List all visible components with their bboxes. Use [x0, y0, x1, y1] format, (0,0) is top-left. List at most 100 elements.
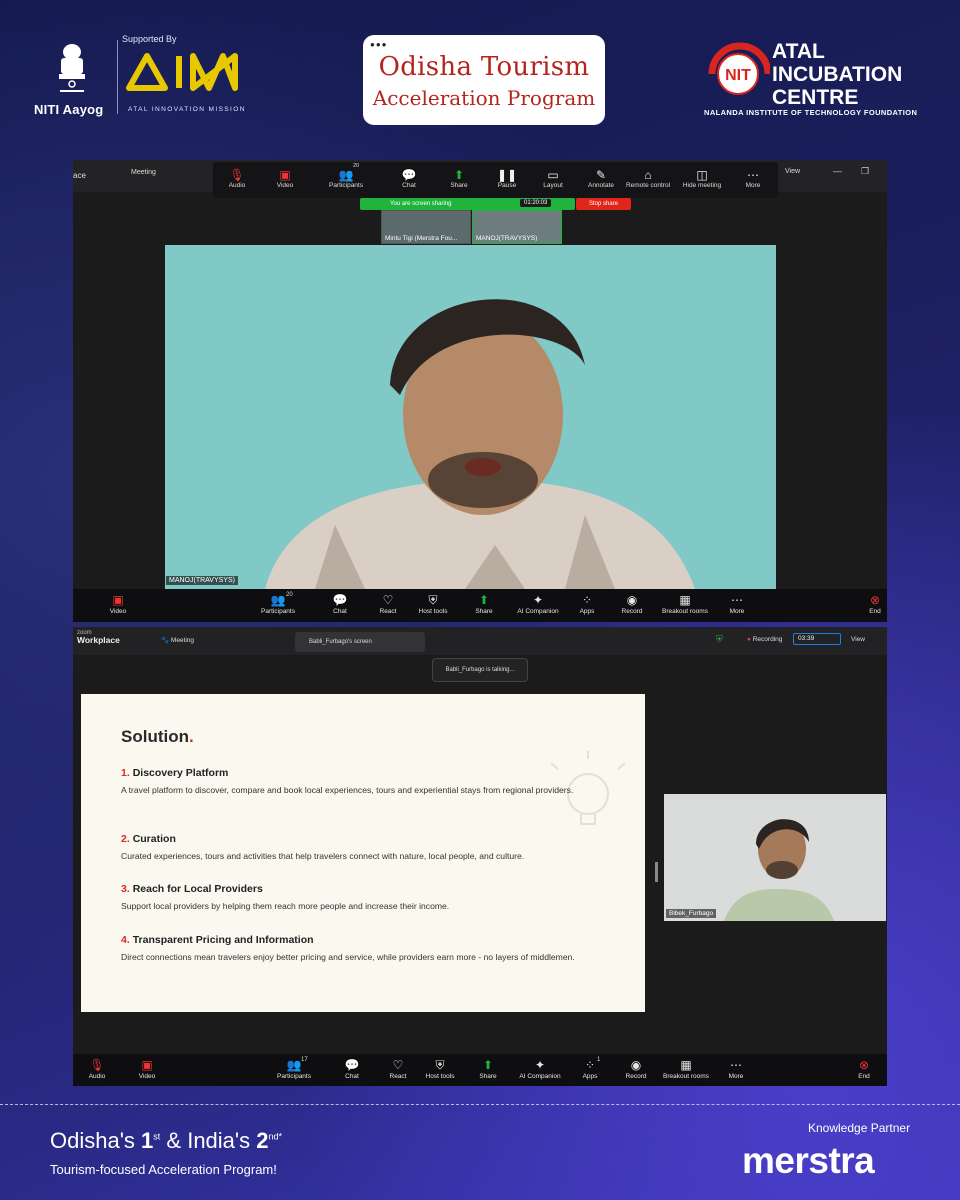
share-button[interactable]: ⬆ Share: [469, 592, 499, 615]
bottom-toolbar: 🎙 Audio ▣ Video 👥 Participants 17 💬 Chat ♡ Re…: [73, 1054, 887, 1086]
video-button[interactable]: ▣ Video: [133, 1057, 161, 1080]
meeting-window-bottom: zoom Workplace 🐾 Meeting Babli_Furbago's…: [73, 627, 887, 1086]
stop-share-button[interactable]: Stop share: [576, 198, 631, 210]
solution-text-3: Support local providers by helping them …: [121, 901, 450, 911]
participants-button[interactable]: 👥 Participants: [321, 168, 371, 189]
participants-count: 20: [353, 163, 360, 169]
hide-meeting-button[interactable]: ◫ Hide meeting: [677, 168, 727, 189]
paw-icon: 🐾: [161, 637, 171, 644]
title-bar: zoom Workplace 🐾 Meeting Babli_Furbago's…: [73, 627, 887, 655]
speaker-video-image: [165, 245, 776, 589]
svg-text:NIT: NIT: [725, 67, 751, 84]
program-title-line2: Acceleration Program: [372, 86, 596, 110]
restore-icon[interactable]: ❐: [861, 166, 869, 177]
participant-video: [664, 794, 886, 921]
share-icon: ⬆: [478, 593, 490, 607]
host-tools-button[interactable]: ⛨ Host tools: [423, 1057, 457, 1080]
footer-headline: Odisha's 1st & India's 2nd*: [50, 1128, 283, 1153]
participants-count: 20: [286, 592, 293, 598]
record-icon: ◉: [626, 593, 638, 607]
share-icon: ⬆: [453, 168, 465, 182]
more-icon: ⋯: [731, 593, 743, 607]
niti-aayog-label: NITI Aayog: [34, 102, 104, 117]
breakout-rooms-button[interactable]: ▦ Breakout rooms: [661, 1057, 711, 1080]
heart-icon: ♡: [382, 593, 394, 607]
end-button[interactable]: ⊗ End: [867, 592, 883, 615]
meeting-window-top: ace Meeting View — ❐ 🎙 Audio ▣ Video 👥 Part…: [73, 160, 887, 622]
security-shield-icon[interactable]: ⛨: [716, 634, 723, 645]
supported-by-label: Supported By: [122, 34, 177, 44]
record-icon: ◉: [630, 1058, 642, 1072]
share-icon: ⬆: [482, 1058, 494, 1072]
layout-button[interactable]: ▭ Layout: [531, 168, 575, 189]
aic-title-atal: ATAL: [772, 40, 825, 63]
audio-button[interactable]: 🎙 Audio: [215, 168, 259, 189]
participant-video-image: [664, 794, 886, 921]
aim-logo-icon: [126, 53, 238, 91]
tab-meeting[interactable]: Meeting: [131, 169, 156, 176]
ai-companion-button[interactable]: ✦ AI Companion: [515, 1057, 565, 1080]
participant-thumbnail-active[interactable]: MANOJ(TRAVYSYS): [472, 210, 562, 244]
apps-button[interactable]: ⁘ Apps: [575, 592, 599, 615]
participant-thumbnail[interactable]: Mintu Tigi (Merstra Fou...: [381, 210, 471, 244]
aic-title-incubation: INCUBATION: [772, 63, 903, 86]
share-button[interactable]: ⬆ Share: [475, 1057, 501, 1080]
aic-subtitle: NALANDA INSTITUTE OF TECHNOLOGY FOUNDATI…: [704, 108, 918, 117]
tab-shared-screen[interactable]: Babli_Furbago's screen: [295, 632, 425, 652]
chat-button[interactable]: 💬 Chat: [325, 592, 355, 615]
chat-button[interactable]: 💬 Chat: [387, 168, 431, 189]
bottom-toolbar: ▣ Video 👥 Participants 20 💬 Chat ♡ React ⛨ Ho…: [73, 589, 887, 622]
host-tools-button[interactable]: ⛨ Host tools: [413, 592, 453, 615]
recording-status: ● Recording: [747, 636, 783, 643]
participants-button[interactable]: 👥 Participants: [269, 1057, 319, 1080]
video-button[interactable]: ▣ Video: [103, 592, 133, 615]
video-button[interactable]: ▣ Video: [263, 168, 307, 189]
pause-button[interactable]: ❚❚ Pause: [485, 168, 529, 189]
minimize-icon[interactable]: —: [833, 166, 842, 176]
more-button[interactable]: ⋯ More: [731, 168, 775, 189]
react-button[interactable]: ♡ React: [385, 1057, 411, 1080]
end-icon: ⊗: [869, 593, 881, 607]
breakout-rooms-button[interactable]: ▦ Breakout rooms: [657, 592, 713, 615]
window-dots-icon: ●●●: [370, 40, 388, 49]
chat-button[interactable]: 💬 Chat: [339, 1057, 365, 1080]
audio-button[interactable]: 🎙 Audio: [85, 1057, 109, 1080]
mic-muted-icon: 🎙: [89, 1058, 105, 1072]
heart-icon: ♡: [392, 1058, 404, 1072]
video-off-icon: ▣: [141, 1058, 153, 1072]
record-button[interactable]: ◉ Record: [623, 1057, 649, 1080]
hide-icon: ◫: [696, 168, 708, 182]
view-button[interactable]: View: [851, 636, 865, 643]
annotate-button[interactable]: ✎ Annotate: [579, 168, 623, 189]
zoom-workplace-logo: zoom Workplace: [77, 630, 120, 645]
recording-timer[interactable]: 03:39: [793, 633, 841, 645]
annotate-icon: ✎: [595, 168, 607, 182]
record-button[interactable]: ◉ Record: [619, 592, 645, 615]
header-divider: [117, 40, 118, 114]
ai-companion-button[interactable]: ✦ AI Companion: [513, 592, 563, 615]
remote-control-button[interactable]: ⌂ Remote control: [621, 168, 675, 189]
share-button[interactable]: ⬆ Share: [437, 168, 481, 189]
more-button[interactable]: ⋯ More: [725, 592, 749, 615]
view-button[interactable]: View: [785, 168, 800, 175]
shield-icon: ⛨: [428, 593, 438, 607]
merstra-logo: merstra: [742, 1140, 875, 1181]
tab-left[interactable]: ace: [73, 171, 86, 180]
remote-control-icon: ⌂: [644, 168, 652, 182]
footer-tagline: Tourism-focused Acceleration Program!: [50, 1162, 277, 1177]
end-icon: ⊗: [858, 1058, 870, 1072]
tab-meeting[interactable]: 🐾 Meeting: [161, 636, 194, 644]
more-icon: ⋯: [747, 168, 759, 182]
panel-resize-handle[interactable]: [655, 862, 658, 882]
solution-text-4: Direct connections mean travelers enjoy …: [121, 952, 575, 962]
shield-icon: ⛨: [435, 1058, 445, 1072]
end-button[interactable]: ⊗ End: [855, 1057, 873, 1080]
sparkle-icon: ✦: [534, 1058, 546, 1072]
more-button[interactable]: ⋯ More: [725, 1057, 747, 1080]
participants-button[interactable]: 👥 Participants: [253, 592, 303, 615]
solution-heading-1: 1. Discovery Platform: [121, 767, 229, 779]
program-title-line1: Odisha Tourism: [378, 52, 590, 82]
breakout-rooms-icon: ▦: [679, 593, 691, 607]
video-off-icon: ▣: [112, 593, 124, 607]
react-button[interactable]: ♡ React: [373, 592, 403, 615]
